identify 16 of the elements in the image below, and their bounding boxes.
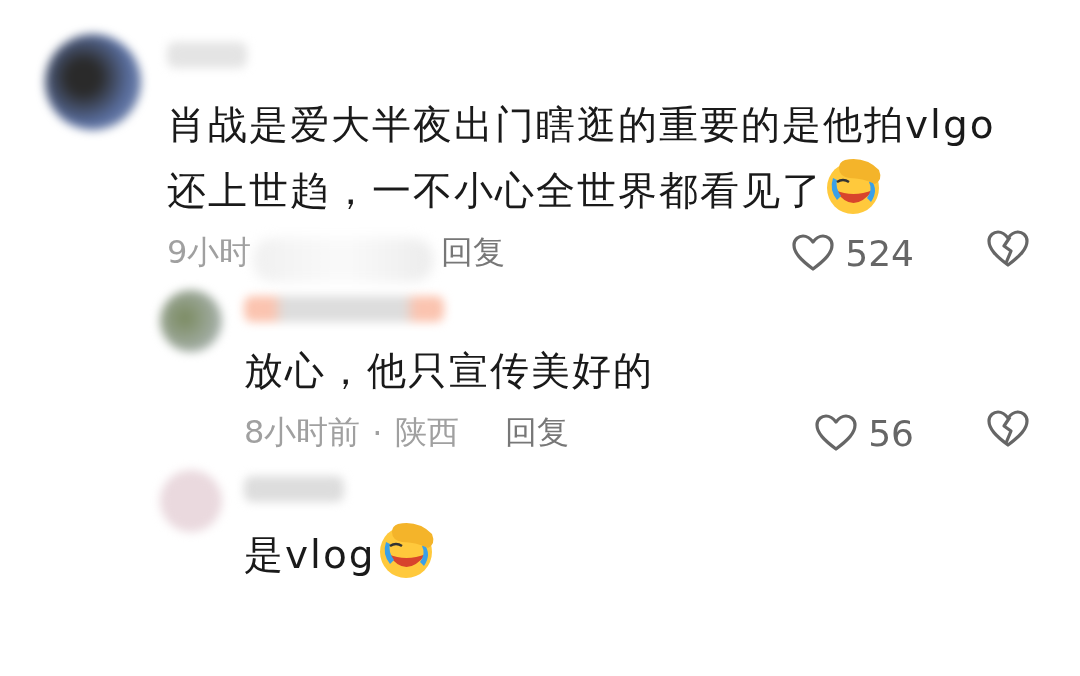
like-icon[interactable]: [791, 233, 836, 273]
dislike-icon[interactable]: [986, 409, 1030, 449]
reply-link[interactable]: 回复: [504, 411, 569, 455]
avatar[interactable]: [45, 34, 141, 130]
dislike-icon[interactable]: [986, 229, 1030, 269]
like-icon[interactable]: [814, 413, 859, 453]
reply-link[interactable]: 回复: [441, 231, 506, 275]
comment-location: 陕西: [394, 412, 459, 453]
comment-text: 肖战是爱大半夜出门瞎逛的重要的是他拍vlgo还上世趋，一不小心全世界都看见了: [167, 94, 1030, 222]
comment-text: 是vlog: [244, 520, 1030, 586]
comment-time: 9小时: [167, 232, 252, 273]
like-count: 524: [845, 232, 914, 274]
like-count: 56: [868, 412, 914, 454]
comment-time: 8小时前: [244, 412, 361, 453]
comment-text: 放心，他只宣传美好的: [244, 347, 655, 395]
separator: ·: [372, 414, 383, 452]
